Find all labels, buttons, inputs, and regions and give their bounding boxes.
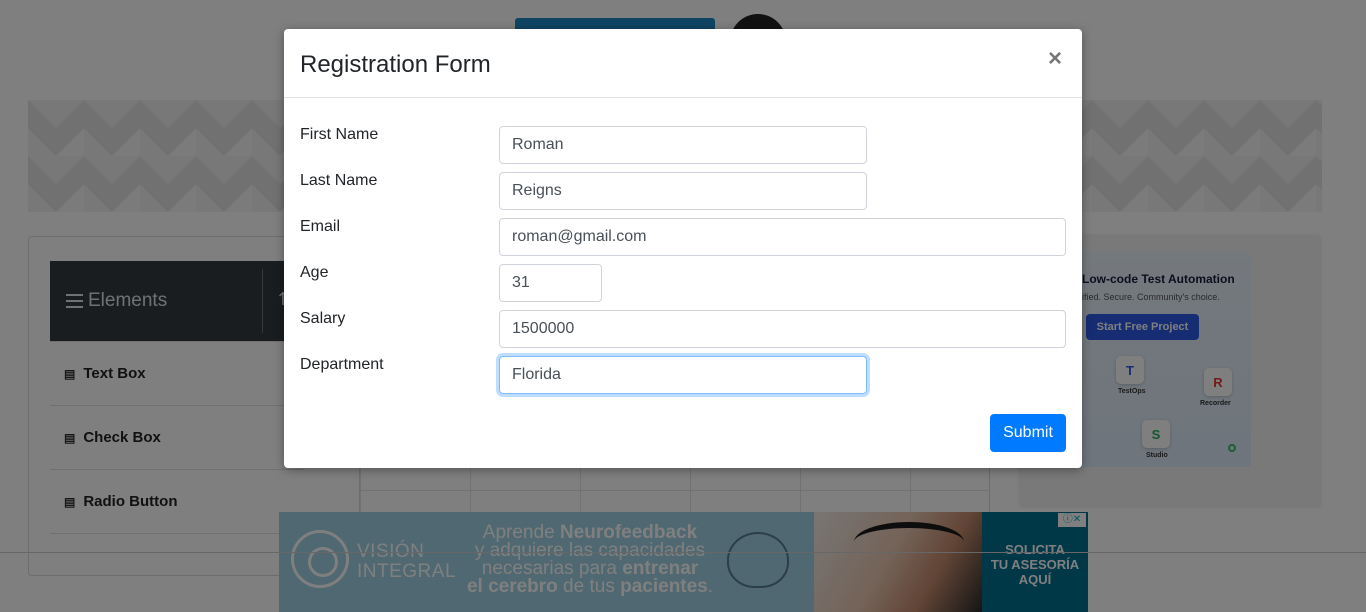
close-icon[interactable]: × <box>1048 47 1062 71</box>
salary-row: Salary <box>300 310 1066 350</box>
salary-label: Salary <box>300 310 346 327</box>
first-name-label: First Name <box>300 126 379 143</box>
age-label: Age <box>300 264 329 281</box>
first-name-row: First Name <box>300 126 1066 166</box>
salary-input[interactable] <box>499 310 1066 348</box>
department-label: Department <box>300 356 384 373</box>
first-name-input[interactable] <box>499 126 867 164</box>
modal-header: Registration Form × <box>284 29 1082 98</box>
registration-modal: Registration Form × First Name Last Name… <box>284 29 1082 468</box>
modal-title: Registration Form <box>300 51 491 78</box>
department-input[interactable] <box>499 356 867 394</box>
department-row: Department <box>300 356 1066 396</box>
email-input[interactable] <box>499 218 1066 256</box>
email-label: Email <box>300 218 341 235</box>
age-input[interactable] <box>499 264 602 302</box>
last-name-input[interactable] <box>499 172 867 210</box>
email-row: Email <box>300 218 1066 258</box>
submit-button[interactable]: Submit <box>990 414 1066 452</box>
last-name-row: Last Name <box>300 172 1066 212</box>
last-name-label: Last Name <box>300 172 378 189</box>
age-row: Age <box>300 264 1066 304</box>
